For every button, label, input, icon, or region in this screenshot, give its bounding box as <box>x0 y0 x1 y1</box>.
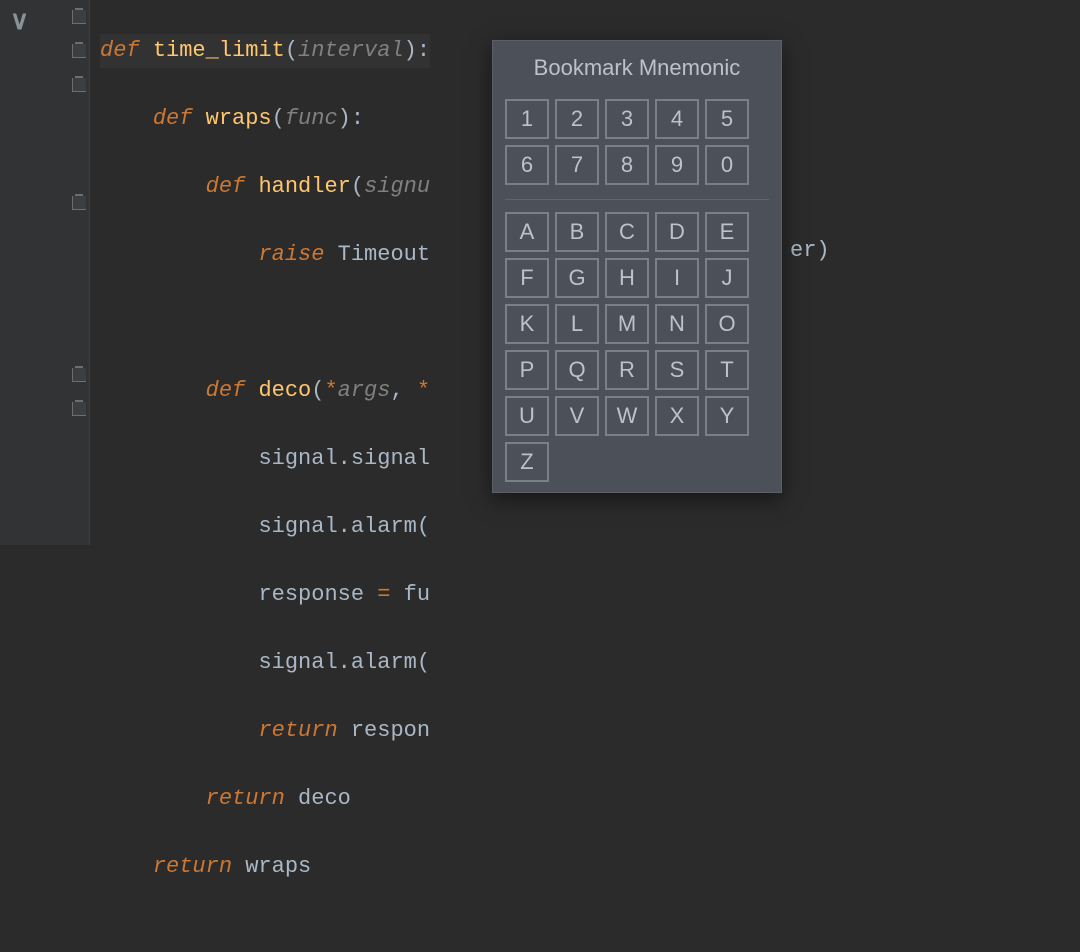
mnemonic-key-9[interactable]: 9 <box>655 145 699 185</box>
popup-title: Bookmark Mnemonic <box>493 41 781 99</box>
identifier: deco <box>285 786 351 811</box>
mnemonic-key-E[interactable]: E <box>705 212 749 252</box>
code-fragment: er) <box>790 238 830 263</box>
gutter: ∨ <box>0 0 90 545</box>
code-line: signal.signal <box>100 442 430 476</box>
digit-grid: 12345 67890 <box>493 99 781 185</box>
code-line: def handler(signu <box>100 170 430 204</box>
code-line: def deco(*args, * <box>100 374 430 408</box>
keyword: return <box>258 718 337 743</box>
identifier: respon <box>338 718 430 743</box>
mnemonic-key-1[interactable]: 1 <box>505 99 549 139</box>
mnemonic-key-I[interactable]: I <box>655 258 699 298</box>
function-name: deco <box>258 378 311 403</box>
code-line: def time_limit(interval): <box>100 34 430 68</box>
mnemonic-key-3[interactable]: 3 <box>605 99 649 139</box>
keyword: def <box>206 174 246 199</box>
mnemonic-key-6[interactable]: 6 <box>505 145 549 185</box>
mnemonic-key-P[interactable]: P <box>505 350 549 390</box>
fold-marker-icon[interactable] <box>72 368 86 382</box>
mnemonic-key-2[interactable]: 2 <box>555 99 599 139</box>
mnemonic-key-T[interactable]: T <box>705 350 749 390</box>
mnemonic-key-D[interactable]: D <box>655 212 699 252</box>
identifier: wraps <box>232 854 311 879</box>
mnemonic-key-0[interactable]: 0 <box>705 145 749 185</box>
code-line: return deco <box>100 782 430 816</box>
code-line: return wraps <box>100 850 430 884</box>
fold-marker-icon[interactable] <box>72 10 86 24</box>
mnemonic-key-X[interactable]: X <box>655 396 699 436</box>
mnemonic-key-H[interactable]: H <box>605 258 649 298</box>
mnemonic-key-W[interactable]: W <box>605 396 649 436</box>
code-line: def wraps(func): <box>100 102 430 136</box>
mnemonic-key-K[interactable]: K <box>505 304 549 344</box>
breakpoint-chevron-icon[interactable]: ∨ <box>10 6 29 37</box>
function-name: time_limit <box>153 38 285 63</box>
function-name: handler <box>258 174 350 199</box>
keyword: def <box>206 378 246 403</box>
identifier: signal.alarm( <box>258 514 430 539</box>
mnemonic-key-U[interactable]: U <box>505 396 549 436</box>
mnemonic-key-G[interactable]: G <box>555 258 599 298</box>
parameter: interval <box>298 38 404 63</box>
mnemonic-key-L[interactable]: L <box>555 304 599 344</box>
keyword: return <box>206 786 285 811</box>
identifier: signal.signal <box>258 446 430 471</box>
bookmark-mnemonic-popup: Bookmark Mnemonic 12345 67890 ABCDE FGHIJ K… <box>492 40 782 493</box>
mnemonic-key-R[interactable]: R <box>605 350 649 390</box>
code-area[interactable]: def time_limit(interval): def wraps(func… <box>90 0 430 545</box>
keyword: return <box>153 854 232 879</box>
mnemonic-key-S[interactable]: S <box>655 350 699 390</box>
mnemonic-key-J[interactable]: J <box>705 258 749 298</box>
letter-grid: ABCDE FGHIJ KLMNO PQRST UVWXY Z <box>493 212 781 482</box>
mnemonic-key-Z[interactable]: Z <box>505 442 549 482</box>
code-line <box>100 306 430 340</box>
mnemonic-key-F[interactable]: F <box>505 258 549 298</box>
identifier: response <box>258 582 377 607</box>
keyword: raise <box>258 242 324 267</box>
divider <box>505 199 769 200</box>
fold-marker-icon[interactable] <box>72 78 86 92</box>
keyword: def <box>100 38 140 63</box>
mnemonic-key-M[interactable]: M <box>605 304 649 344</box>
code-line: response = fu <box>100 578 430 612</box>
mnemonic-key-8[interactable]: 8 <box>605 145 649 185</box>
parameter: signu <box>364 174 430 199</box>
fold-marker-icon[interactable] <box>72 402 86 416</box>
parameter: func <box>285 106 338 131</box>
mnemonic-key-O[interactable]: O <box>705 304 749 344</box>
identifier: signal.alarm( <box>258 650 430 675</box>
code-line: signal.alarm( <box>100 646 430 680</box>
code-line: raise Timeout <box>100 238 430 272</box>
code-line: return respon <box>100 714 430 748</box>
parameter: args <box>338 378 391 403</box>
identifier: Timeout <box>338 242 430 267</box>
mnemonic-key-7[interactable]: 7 <box>555 145 599 185</box>
mnemonic-key-N[interactable]: N <box>655 304 699 344</box>
code-line: signal.alarm( <box>100 510 430 544</box>
mnemonic-key-Y[interactable]: Y <box>705 396 749 436</box>
mnemonic-key-4[interactable]: 4 <box>655 99 699 139</box>
keyword: def <box>153 106 193 131</box>
mnemonic-key-C[interactable]: C <box>605 212 649 252</box>
function-name: wraps <box>206 106 272 131</box>
mnemonic-key-B[interactable]: B <box>555 212 599 252</box>
mnemonic-key-Q[interactable]: Q <box>555 350 599 390</box>
mnemonic-key-V[interactable]: V <box>555 396 599 436</box>
fold-marker-icon[interactable] <box>72 44 86 58</box>
mnemonic-key-5[interactable]: 5 <box>705 99 749 139</box>
fold-marker-icon[interactable] <box>72 196 86 210</box>
mnemonic-key-A[interactable]: A <box>505 212 549 252</box>
